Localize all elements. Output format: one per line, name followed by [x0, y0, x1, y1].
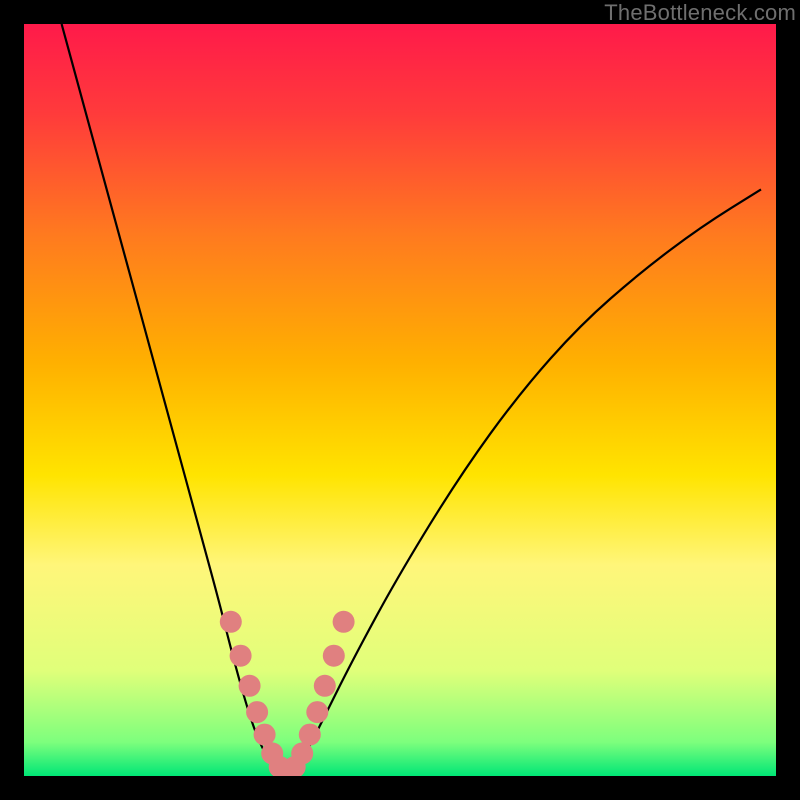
- highlight-dot: [299, 724, 321, 746]
- highlight-dot: [314, 675, 336, 697]
- highlight-dot: [220, 611, 242, 633]
- highlight-dot: [246, 701, 268, 723]
- watermark-text: TheBottleneck.com: [604, 0, 796, 26]
- highlight-dot: [239, 675, 261, 697]
- gradient-background: [24, 24, 776, 776]
- highlight-dot: [291, 742, 313, 764]
- highlight-dot: [306, 701, 328, 723]
- highlight-dot: [323, 645, 345, 667]
- highlight-dot: [230, 645, 252, 667]
- highlight-dot: [254, 724, 276, 746]
- bottleneck-chart: [24, 24, 776, 776]
- chart-frame: [24, 24, 776, 776]
- highlight-dot: [333, 611, 355, 633]
